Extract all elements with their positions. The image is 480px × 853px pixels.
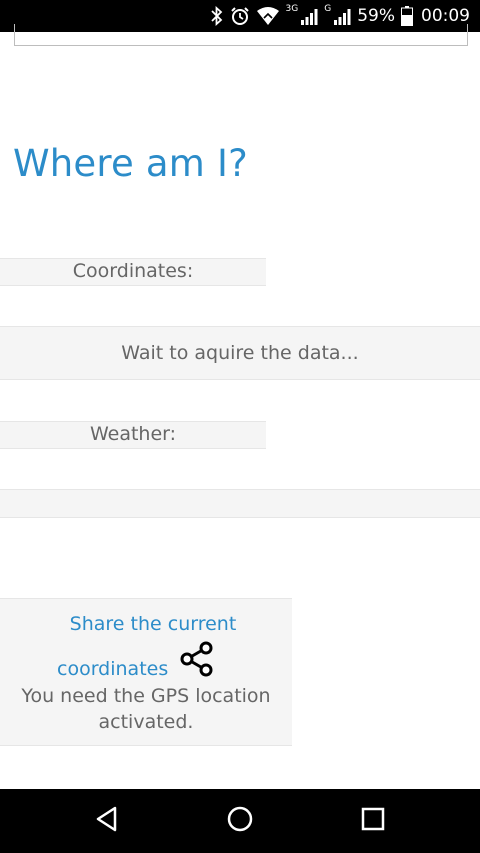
home-button[interactable] [200, 789, 280, 853]
signal-icon [333, 7, 351, 25]
gps-required-note: You need the GPS location activated. [21, 685, 271, 733]
battery-percent: 59% [357, 6, 395, 26]
coordinates-label: Coordinates: [0, 258, 266, 286]
screen: 3G G 59% 00:09 Where am I? Coordinates: … [0, 0, 480, 853]
weather-value [0, 489, 480, 518]
status-time: 00:09 [421, 6, 470, 26]
share-card: Share the current coordinates You need t… [0, 598, 292, 746]
home-icon [226, 805, 254, 837]
share-icon[interactable] [178, 640, 216, 678]
bluetooth-icon [210, 6, 224, 26]
top-box-frame [14, 24, 468, 46]
network-3g-label: 3G [285, 4, 299, 14]
weather-label: Weather: [0, 421, 266, 449]
wifi-icon [256, 6, 280, 26]
coordinates-value: Wait to aquire the data... [0, 326, 480, 380]
network-g-label: G [324, 4, 332, 14]
alarm-icon [230, 6, 250, 26]
back-button[interactable] [67, 789, 147, 853]
recents-icon [361, 807, 385, 835]
battery-icon [401, 6, 413, 26]
recents-button[interactable] [333, 789, 413, 853]
page-title: Where am I? [13, 142, 248, 185]
back-icon [95, 806, 119, 836]
navigation-bar [0, 789, 480, 853]
share-coordinates-link-line2[interactable]: coordinates [57, 658, 168, 680]
signal-icon [300, 7, 318, 25]
share-coordinates-link[interactable]: Share the current [0, 613, 306, 635]
